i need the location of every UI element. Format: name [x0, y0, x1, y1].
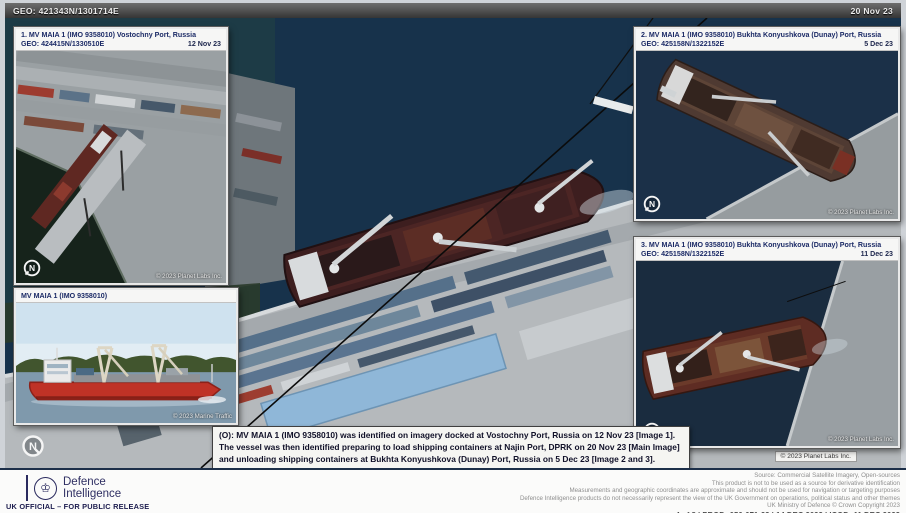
- inset-3-image: N © 2023 Planet Labs Inc.: [636, 261, 898, 446]
- caption-box: (O): MV MAIA 1 (IMO 9358010) was identif…: [212, 426, 690, 470]
- north-arrow-icon: N: [642, 194, 662, 214]
- image-credit: © 2023 Planet Labs Inc.: [827, 209, 894, 216]
- intelligence-slide: GEO: 421343N/1301714E 20 Nov 23 N © 2023…: [0, 0, 906, 513]
- inset-2-header: 2. MV MAIA 1 (IMO 9358010) Bukhta Konyus…: [636, 29, 898, 51]
- inset-2-date: 5 Dec 23: [864, 40, 893, 48]
- photo-inset-header: MV MAIA 1 (IMO 9358010): [16, 290, 236, 303]
- logo-text: Defence Intelligence: [63, 476, 121, 501]
- caption-line-3: and unloading shipping containers at Buk…: [219, 453, 656, 464]
- inset-3-header: 3. MV MAIA 1 (IMO 9358010) Bukhta Konyus…: [636, 239, 898, 261]
- vessel-photo-inset: MV MAIA 1 (IMO 9358010) © 2023 Marine Tr…: [13, 287, 239, 426]
- vessel-photo-scene: [16, 303, 236, 423]
- inset-2-image: N © 2023 Planet Labs Inc.: [636, 51, 898, 219]
- photo-inset-title: MV MAIA 1 (IMO 9358010): [21, 292, 108, 300]
- inset-1-title: 1. MV MAIA 1 (IMO 9358010) Vostochny Por…: [21, 31, 197, 39]
- image-credit: © 2023 Planet Labs Inc.: [774, 451, 857, 462]
- image-credit: © 2023 Planet Labs Inc.: [827, 436, 894, 443]
- logo-divider: [26, 475, 28, 501]
- disclaimer-line: Defence Intelligence products do not nec…: [519, 494, 900, 502]
- inset-1-geo: GEO: 424415N/1330510E: [21, 40, 105, 48]
- top-geo-bar: GEO: 421343N/1301714E 20 Nov 23: [5, 3, 901, 18]
- disclaimer-line: Measurements and geographic coordinates …: [569, 487, 900, 495]
- logo-line-2: Intelligence: [63, 488, 122, 500]
- classification-marking: UK OFFICIAL – FOR PUBLIC RELEASE: [6, 502, 150, 511]
- inset-1-image: N © 2023 Planet Labs Inc.: [16, 51, 226, 283]
- inset-2-title: 2. MV MAIA 1 (IMO 9358010) Bukhta Konyus…: [641, 31, 882, 39]
- defence-intelligence-logo: ♔ Defence Intelligence: [26, 475, 121, 501]
- crown-icon: ♔: [34, 476, 57, 500]
- inset-image-1: 1. MV MAIA 1 (IMO 9358010) Vostochny Por…: [13, 26, 229, 286]
- caption-line-2: The vessel was then identified preparing…: [219, 441, 680, 452]
- north-arrow-icon: N: [20, 433, 46, 459]
- compass-n-label: N: [29, 263, 35, 273]
- image-credit: © 2023 Planet Labs Inc.: [155, 273, 222, 280]
- inset-1-scene: [16, 51, 226, 283]
- inset-1-header: 1. MV MAIA 1 (IMO 9358010) Vostochny Por…: [16, 29, 226, 51]
- disclaimer-line: UK Ministry of Defence © Crown Copyright…: [767, 502, 900, 510]
- logo-line-1: Defence: [63, 475, 106, 488]
- inset-2-geo: GEO: 425158N/1322152E: [641, 40, 725, 48]
- disclaimer-line: This product is not to be used as a sour…: [711, 479, 900, 487]
- compass-n-label: N: [649, 199, 655, 209]
- footer-bar: ♔ Defence Intelligence UK OFFICIAL – FOR…: [0, 468, 906, 513]
- inset-3-date: 11 Dec 23: [860, 250, 893, 258]
- main-image-date: 20 Nov 23: [850, 5, 893, 16]
- photo-credit: © 2023 Marine Traffic: [172, 413, 232, 420]
- disclaimer-line: Source: Commercial Satellite Imagery, Op…: [754, 472, 900, 479]
- inset-3-scene: [636, 261, 898, 446]
- north-arrow-icon: N: [22, 258, 42, 278]
- inset-image-2: 2. MV MAIA 1 (IMO 9358010) Bukhta Konyus…: [633, 26, 901, 222]
- footer-right-block: Source: Commercial Satellite Imagery, Op…: [520, 472, 900, 513]
- vessel-photo: © 2023 Marine Traffic: [16, 303, 236, 423]
- caption-line-1: (O): MV MAIA 1 (IMO 9358010) was identif…: [219, 430, 676, 440]
- main-geo-coordinates: GEO: 421343N/1301714E: [13, 5, 120, 16]
- inset-3-geo: GEO: 425158N/1322152E: [641, 250, 725, 258]
- inset-image-3: 3. MV MAIA 1 (IMO 9358010) Bukhta Konyus…: [633, 236, 901, 449]
- inset-3-title: 3. MV MAIA 1 (IMO 9358010) Bukhta Konyus…: [641, 241, 882, 249]
- inset-2-scene: [636, 51, 898, 219]
- inset-1-date: 12 Nov 23: [187, 40, 221, 48]
